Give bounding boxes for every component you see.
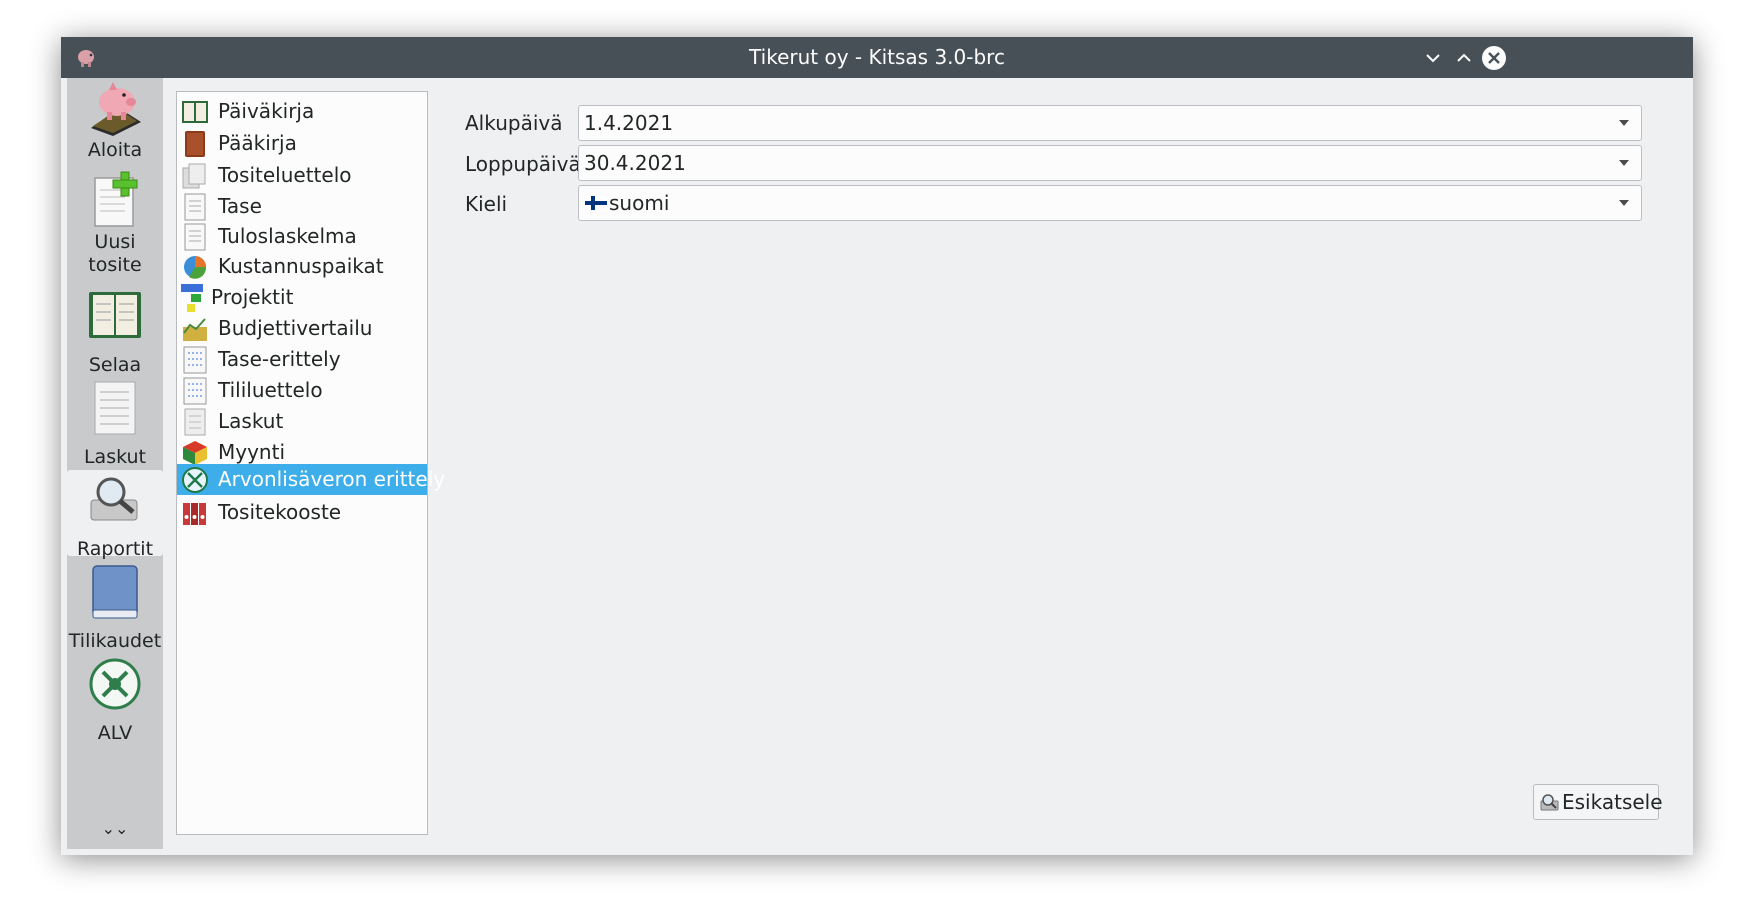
toolbar-more-button[interactable]: ⌄⌄ (67, 820, 163, 842)
balance-sheet-icon (184, 193, 206, 221)
budget-icon (183, 318, 207, 341)
language-label: Kieli (465, 192, 508, 216)
main-toolbar: Aloita Uusi tosite Selaa Laskut Raportit… (67, 78, 163, 849)
report-item-projektit[interactable]: Projektit (177, 281, 427, 313)
balance-detail-icon (183, 346, 207, 374)
end-date-label: Loppupäivä (465, 152, 581, 176)
dropdown-arrow-icon[interactable] (1619, 120, 1629, 126)
binders-icon (183, 503, 206, 525)
report-list[interactable]: Päiväkirja Pääkirja Tositeluettelo Tase … (176, 91, 445, 835)
start-date-label: Alkupäivä (465, 111, 563, 135)
pie-chart-icon (184, 256, 207, 279)
report-label: Projektit (211, 285, 294, 309)
vat-detail-icon (182, 467, 208, 493)
double-chevron-down-icon: ⌄⌄ (101, 819, 129, 838)
report-item-tositekooste[interactable]: Tositekooste (177, 496, 427, 528)
report-label: Arvonlisäveron erittely (218, 467, 446, 491)
piggy-bank-icon (91, 82, 141, 136)
close-icon (1482, 46, 1506, 70)
chevron-down-icon (1426, 54, 1440, 63)
report-item-paivakirja[interactable]: Päiväkirja (177, 95, 427, 127)
start-date-combo[interactable]: 1.4.2021 (578, 105, 1642, 141)
report-label: Kustannuspaikat (218, 254, 384, 278)
report-item-tositeluettelo[interactable]: Tositeluettelo (177, 159, 427, 191)
report-item-tililuettelo[interactable]: Tililuettelo (177, 374, 427, 406)
toolbar-item-uusi-tosite[interactable]: Uusi tosite (67, 170, 163, 280)
voucher-list-icon (182, 163, 206, 189)
preview-label: Esikatsele (1562, 790, 1663, 814)
report-item-budjettivertailu[interactable]: Budjettivertailu (177, 312, 427, 344)
report-label: Budjettivertailu (218, 316, 373, 340)
report-label: Tuloslaskelma (218, 224, 357, 248)
window-title: Tikerut oy - Kitsas 3.0-brc (749, 45, 1005, 69)
finland-flag-icon (585, 196, 607, 210)
app-window: Tikerut oy - Kitsas 3.0-brc Aloita Uusi … (61, 37, 1693, 855)
close-button[interactable] (1480, 44, 1508, 72)
report-label: Pääkirja (218, 131, 297, 155)
toolbar-item-selaa[interactable]: Selaa (67, 286, 163, 376)
blue-book-icon (92, 565, 138, 619)
dropdown-arrow-icon[interactable] (1619, 160, 1629, 166)
report-label: Tase-erittely (218, 347, 341, 371)
report-item-tase[interactable]: Tase (177, 190, 427, 222)
toolbar-item-raportit[interactable]: Raportit (67, 470, 163, 560)
report-item-kustannuspaikat[interactable]: Kustannuspaikat (177, 250, 427, 282)
new-document-icon (94, 171, 138, 227)
toolbar-label: Raportit (76, 538, 154, 560)
end-date-combo[interactable]: 30.4.2021 (578, 145, 1642, 181)
report-label: Laskut (218, 409, 284, 433)
toolbar-label: Selaa (88, 354, 142, 376)
report-item-paakirja[interactable]: Pääkirja (177, 127, 427, 159)
general-ledger-icon (185, 131, 205, 157)
dropdown-arrow-icon[interactable] (1619, 200, 1629, 206)
toolbar-item-laskut[interactable]: Laskut (67, 378, 163, 468)
vat-emblem-icon (89, 658, 141, 710)
projects-icon (181, 284, 203, 312)
chevron-up-icon (1457, 53, 1471, 62)
toolbar-label: Laskut (83, 446, 147, 468)
report-item-tuloslaskelma[interactable]: Tuloslaskelma (177, 220, 427, 252)
toolbar-label: Uusi tosite (88, 231, 142, 276)
title-bar[interactable]: Tikerut oy - Kitsas 3.0-brc (61, 37, 1693, 78)
report-label: Tositekooste (218, 500, 342, 524)
toolbar-item-aloita[interactable]: Aloita (67, 78, 163, 180)
language-combo[interactable]: suomi (578, 185, 1642, 221)
report-label: Tililuettelo (218, 378, 323, 402)
report-label: Tase (218, 194, 262, 218)
invoice-icon (94, 381, 136, 435)
report-label: Tositeluettelo (218, 163, 352, 187)
preview-button[interactable]: Esikatsele (1533, 784, 1663, 820)
report-label: Päiväkirja (218, 99, 315, 123)
report-item-arvonlisaveron-erittely[interactable]: Arvonlisäveron erittely (177, 464, 445, 495)
minimize-button[interactable] (1419, 44, 1447, 72)
report-magnifier-icon (90, 477, 138, 521)
account-list-icon (183, 377, 207, 405)
toolbar-item-tilikaudet[interactable]: Tilikaudet (67, 562, 163, 652)
toolbar-label: Tilikaudet (68, 630, 162, 652)
toolbar-label: Aloita (87, 139, 143, 161)
journal-icon (182, 101, 208, 123)
sales-box-icon (183, 441, 207, 465)
start-date-value: 1.4.2021 (584, 111, 674, 135)
toolbar-item-alv[interactable]: ALV (67, 654, 163, 744)
language-value: suomi (609, 191, 670, 215)
ledger-book-icon (89, 292, 141, 338)
end-date-value: 30.4.2021 (584, 151, 686, 175)
report-item-tase-erittely[interactable]: Tase-erittely (177, 343, 427, 375)
report-item-laskut[interactable]: Laskut (177, 405, 427, 437)
income-statement-icon (184, 223, 206, 251)
maximize-button[interactable] (1450, 44, 1478, 72)
toolbar-label: ALV (97, 722, 133, 744)
invoices-icon (184, 408, 206, 436)
preview-icon (1540, 794, 1559, 811)
